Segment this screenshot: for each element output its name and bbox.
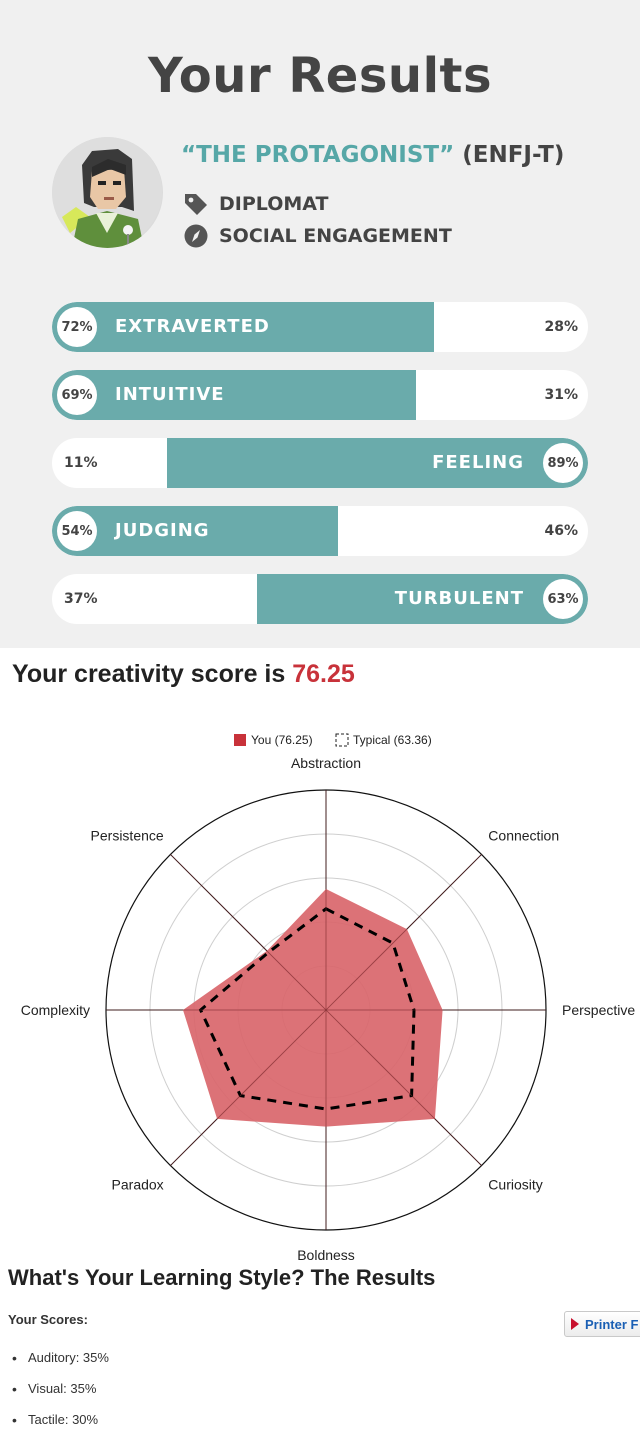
tag-icon	[185, 194, 207, 215]
page-title: Your Results	[147, 48, 493, 104]
primary-percent: 89%	[543, 443, 583, 483]
trait-bar-judging: 54% JUDGING 46%	[52, 506, 588, 556]
opposite-percent: 11%	[64, 455, 98, 471]
scores-label: Your Scores:	[8, 1312, 88, 1327]
axis-label: Connection	[488, 828, 559, 844]
trait-bar-intuitive: 69% INTUITIVE 31%	[52, 370, 588, 420]
trait-bar-extraverted: 72% EXTRAVERTED 28%	[52, 302, 588, 352]
learning-style-title: What's Your Learning Style? The Results	[8, 1265, 436, 1290]
role-row: DIPLOMAT	[183, 191, 328, 217]
avatar	[52, 137, 163, 248]
series-you-area	[183, 889, 443, 1127]
primary-percent: 63%	[543, 579, 583, 619]
axis-label: Complexity	[21, 1002, 90, 1018]
play-icon	[571, 1318, 579, 1330]
list-item: Auditory: 35%	[8, 1346, 109, 1377]
axis-label: Boldness	[297, 1247, 355, 1262]
creativity-score: 76.25	[292, 660, 355, 688]
opposite-percent: 31%	[544, 387, 578, 403]
trait-fill	[52, 370, 416, 420]
creativity-radar-chart: Abstraction Connection Perspective Curiosit…	[21, 733, 636, 1262]
personality-type: “THE PROTAGONIST” (ENFJ-T)	[181, 142, 564, 168]
opposite-percent: 46%	[544, 523, 578, 539]
trait-label: FEELING	[432, 452, 524, 473]
trait-bar-feeling: 11% FEELING 89%	[52, 438, 588, 488]
trait-label: JUDGING	[115, 520, 210, 541]
trait-fill	[167, 438, 588, 488]
role-label: DIPLOMAT	[219, 193, 329, 215]
axis-label: Perspective	[562, 1002, 635, 1018]
trait-bar-turbulent: 37% TURBULENT 63%	[52, 574, 588, 624]
axis-label: Paradox	[112, 1176, 164, 1192]
trait-label: EXTRAVERTED	[115, 316, 270, 337]
primary-percent: 54%	[57, 511, 97, 551]
primary-percent: 69%	[57, 375, 97, 415]
compass-icon	[184, 224, 208, 248]
type-code: (ENFJ-T)	[462, 142, 565, 168]
learning-scores-list: Auditory: 35% Visual: 35% Tactile: 30%	[8, 1346, 109, 1439]
protagonist-avatar-icon	[52, 137, 162, 248]
axis-label: Curiosity	[488, 1176, 542, 1192]
creativity-heading-text: Your creativity score is	[12, 660, 293, 688]
opposite-percent: 37%	[64, 591, 98, 607]
trait-label: TURBULENT	[394, 588, 524, 609]
legend-swatch-typical	[335, 733, 349, 747]
opposite-percent: 28%	[544, 319, 578, 335]
type-name: “THE PROTAGONIST”	[181, 142, 455, 168]
trait-label: INTUITIVE	[115, 384, 225, 405]
strategy-label: SOCIAL ENGAGEMENT	[219, 225, 452, 247]
creativity-heading: Your creativity score is 76.25	[12, 660, 355, 689]
personality-results-section: Your Results “THE PROTAGONIST” (ENFJ-T) …	[0, 0, 640, 648]
list-item: Tactile: 30%	[8, 1408, 109, 1439]
primary-percent: 72%	[57, 307, 97, 347]
legend-label-you: You (76.25)	[251, 733, 313, 747]
list-item: Visual: 35%	[8, 1377, 109, 1408]
legend-swatch-you	[234, 734, 246, 746]
printer-friendly-button[interactable]: Printer F	[564, 1311, 640, 1337]
axis-label: Persistence	[91, 828, 164, 844]
legend-label-typical: Typical (63.36)	[353, 733, 432, 747]
axis-label: Abstraction	[291, 755, 361, 771]
printer-button-label: Printer F	[585, 1316, 639, 1332]
strategy-row: SOCIAL ENGAGEMENT	[183, 223, 452, 249]
